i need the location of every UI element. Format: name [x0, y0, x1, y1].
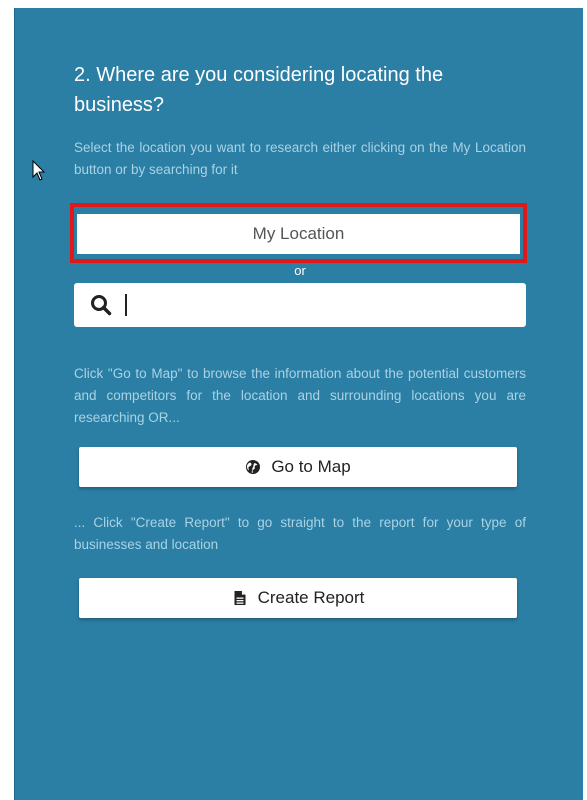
search-icon[interactable]: [90, 294, 112, 316]
go-to-map-label: Go to Map: [271, 457, 351, 476]
map-instructions: Click "Go to Map" to browse the informat…: [74, 366, 526, 425]
mouse-pointer-icon: [32, 160, 46, 181]
text-caret: [125, 294, 127, 316]
create-report-label: Create Report: [257, 588, 365, 607]
or-separator: or: [294, 263, 306, 278]
globe-icon: [246, 460, 261, 474]
report-instructions: ... Click "Create Report" to go straight…: [74, 515, 526, 552]
search-input[interactable]: [122, 289, 514, 321]
create-report-button[interactable]: Create Report: [79, 578, 517, 618]
location-instructions: Select the location you want to research…: [74, 140, 526, 177]
search-box[interactable]: [74, 283, 526, 327]
page-background: 2. Where are you considering locating th…: [0, 0, 587, 800]
my-location-button[interactable]: My Location: [77, 214, 520, 254]
go-to-map-button[interactable]: Go to Map: [79, 447, 517, 487]
document-icon: [234, 591, 246, 605]
page-title: 2. Where are you considering locating th…: [74, 64, 444, 116]
